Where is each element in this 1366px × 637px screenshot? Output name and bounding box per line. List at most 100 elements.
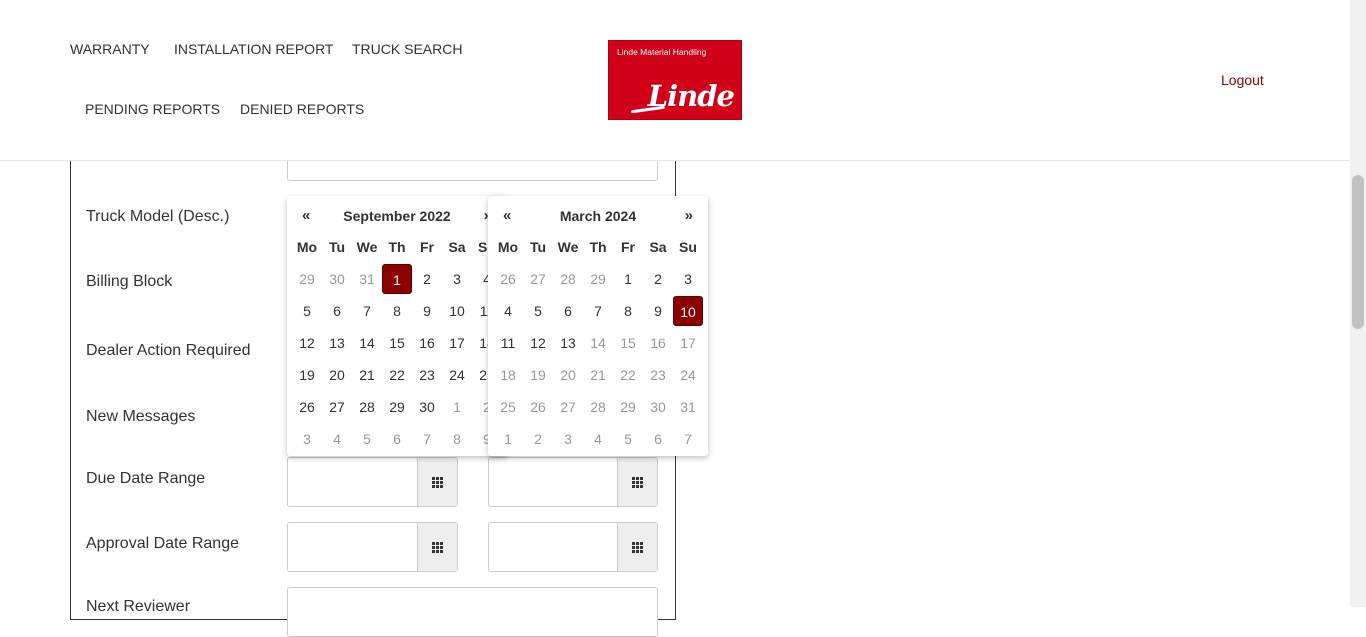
nav-installation-report[interactable]: INSTALLATION REPORT bbox=[174, 41, 333, 57]
day-cell[interactable]: 31 bbox=[673, 391, 703, 423]
day-cell[interactable]: 27 bbox=[322, 391, 352, 423]
day-cell[interactable]: 9 bbox=[412, 295, 442, 327]
day-cell[interactable]: 20 bbox=[553, 359, 583, 391]
linde-logo[interactable]: Linde Material Handling Linde bbox=[608, 40, 742, 120]
day-cell[interactable]: 22 bbox=[382, 359, 412, 391]
day-cell[interactable]: 6 bbox=[322, 295, 352, 327]
day-cell[interactable]: 25 bbox=[493, 391, 523, 423]
day-cell[interactable]: 24 bbox=[673, 359, 703, 391]
day-cell[interactable]: 5 bbox=[523, 295, 553, 327]
due-date-to-input[interactable] bbox=[488, 457, 658, 507]
day-cell[interactable]: 28 bbox=[553, 263, 583, 295]
selected-day-cell[interactable]: 10 bbox=[673, 295, 703, 327]
day-cell[interactable]: 29 bbox=[382, 391, 412, 423]
day-cell[interactable]: 27 bbox=[553, 391, 583, 423]
day-cell[interactable]: 7 bbox=[412, 423, 442, 455]
day-cell[interactable]: 5 bbox=[292, 295, 322, 327]
day-cell[interactable]: 30 bbox=[322, 263, 352, 295]
selected-day-cell[interactable]: 1 bbox=[382, 263, 412, 295]
day-cell[interactable]: 13 bbox=[322, 327, 352, 359]
day-cell[interactable]: 16 bbox=[643, 327, 673, 359]
day-cell[interactable]: 6 bbox=[643, 423, 673, 455]
day-cell[interactable]: 4 bbox=[493, 295, 523, 327]
day-cell[interactable]: 4 bbox=[583, 423, 613, 455]
day-cell[interactable]: 7 bbox=[352, 295, 382, 327]
day-cell[interactable]: 15 bbox=[613, 327, 643, 359]
approval-date-to-calendar-button[interactable] bbox=[617, 523, 657, 571]
day-cell[interactable]: 5 bbox=[352, 423, 382, 455]
nav-truck-search[interactable]: TRUCK SEARCH bbox=[352, 41, 462, 57]
day-cell[interactable]: 7 bbox=[583, 295, 613, 327]
day-cell[interactable]: 31 bbox=[352, 263, 382, 295]
next-reviewer-field[interactable] bbox=[287, 587, 658, 637]
day-cell[interactable]: 13 bbox=[553, 327, 583, 359]
approval-date-from-calendar-button[interactable] bbox=[417, 523, 457, 571]
day-cell[interactable]: 4 bbox=[322, 423, 352, 455]
day-cell[interactable]: 12 bbox=[292, 327, 322, 359]
approval-date-to-input[interactable] bbox=[488, 522, 658, 572]
day-cell[interactable]: 19 bbox=[523, 359, 553, 391]
datepicker-month-title[interactable]: September 2022 bbox=[343, 208, 450, 224]
day-cell[interactable]: 5 bbox=[613, 423, 643, 455]
day-cell[interactable]: 17 bbox=[442, 327, 472, 359]
page-scrollbar-thumb[interactable] bbox=[1352, 175, 1364, 329]
day-cell[interactable]: 23 bbox=[412, 359, 442, 391]
day-cell[interactable]: 29 bbox=[613, 391, 643, 423]
day-cell[interactable]: 29 bbox=[583, 263, 613, 295]
day-cell[interactable]: 6 bbox=[382, 423, 412, 455]
day-cell[interactable]: 14 bbox=[583, 327, 613, 359]
day-cell[interactable]: 2 bbox=[523, 423, 553, 455]
day-cell[interactable]: 12 bbox=[523, 327, 553, 359]
day-cell[interactable]: 29 bbox=[292, 263, 322, 295]
day-cell[interactable]: 2 bbox=[643, 263, 673, 295]
nav-pending-reports[interactable]: PENDING REPORTS bbox=[85, 101, 220, 117]
day-cell[interactable]: 26 bbox=[493, 263, 523, 295]
day-cell[interactable]: 1 bbox=[442, 391, 472, 423]
day-cell[interactable]: 17 bbox=[673, 327, 703, 359]
day-cell[interactable]: 3 bbox=[673, 263, 703, 295]
day-cell[interactable]: 6 bbox=[553, 295, 583, 327]
day-cell[interactable]: 19 bbox=[292, 359, 322, 391]
day-cell[interactable]: 3 bbox=[292, 423, 322, 455]
day-cell[interactable]: 9 bbox=[643, 295, 673, 327]
day-cell[interactable]: 2 bbox=[412, 263, 442, 295]
day-cell[interactable]: 11 bbox=[493, 327, 523, 359]
day-cell[interactable]: 1 bbox=[493, 423, 523, 455]
day-cell[interactable]: 22 bbox=[613, 359, 643, 391]
day-cell[interactable]: 8 bbox=[442, 423, 472, 455]
day-cell[interactable]: 8 bbox=[613, 295, 643, 327]
due-date-from-input[interactable] bbox=[287, 457, 458, 507]
day-cell[interactable]: 30 bbox=[412, 391, 442, 423]
datepicker-month-title[interactable]: March 2024 bbox=[560, 208, 636, 224]
prev-month-button[interactable]: « bbox=[503, 207, 511, 224]
day-cell[interactable]: 20 bbox=[322, 359, 352, 391]
day-cell[interactable]: 16 bbox=[412, 327, 442, 359]
day-cell[interactable]: 23 bbox=[643, 359, 673, 391]
day-cell[interactable]: 3 bbox=[553, 423, 583, 455]
due-date-to-calendar-button[interactable] bbox=[617, 458, 657, 506]
day-cell[interactable]: 30 bbox=[643, 391, 673, 423]
day-cell[interactable]: 14 bbox=[352, 327, 382, 359]
day-cell[interactable]: 21 bbox=[352, 359, 382, 391]
approval-date-from-input[interactable] bbox=[287, 522, 458, 572]
day-cell[interactable]: 1 bbox=[613, 263, 643, 295]
day-cell[interactable]: 28 bbox=[583, 391, 613, 423]
nav-warranty[interactable]: WARRANTY bbox=[70, 41, 150, 57]
day-cell[interactable]: 10 bbox=[442, 295, 472, 327]
day-cell[interactable]: 8 bbox=[382, 295, 412, 327]
day-cell[interactable]: 3 bbox=[442, 263, 472, 295]
day-cell[interactable]: 26 bbox=[523, 391, 553, 423]
day-cell[interactable]: 28 bbox=[352, 391, 382, 423]
due-date-from-calendar-button[interactable] bbox=[417, 458, 457, 506]
day-cell[interactable]: 7 bbox=[673, 423, 703, 455]
day-cell[interactable]: 15 bbox=[382, 327, 412, 359]
day-cell[interactable]: 26 bbox=[292, 391, 322, 423]
day-cell[interactable]: 24 bbox=[442, 359, 472, 391]
day-cell[interactable]: 21 bbox=[583, 359, 613, 391]
prev-month-button[interactable]: « bbox=[302, 207, 310, 224]
logout-link[interactable]: Logout bbox=[1221, 72, 1264, 88]
next-month-button[interactable]: » bbox=[685, 207, 693, 224]
day-cell[interactable]: 18 bbox=[493, 359, 523, 391]
nav-denied-reports[interactable]: DENIED REPORTS bbox=[240, 101, 364, 117]
day-cell[interactable]: 27 bbox=[523, 263, 553, 295]
